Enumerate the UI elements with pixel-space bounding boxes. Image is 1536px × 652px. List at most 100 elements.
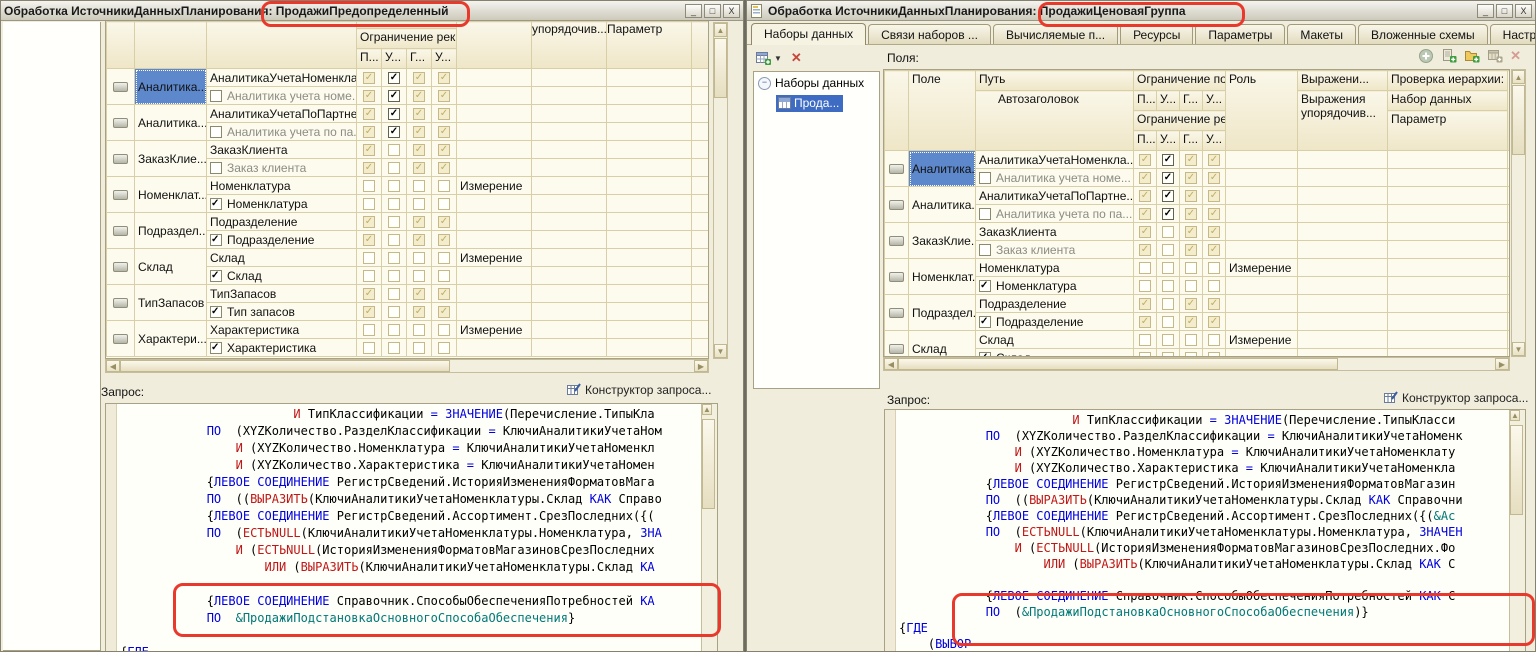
checkbox[interactable] bbox=[388, 126, 400, 138]
scroll-up-arrow[interactable]: ▲ bbox=[1510, 410, 1520, 421]
title-checkbox[interactable] bbox=[210, 234, 222, 246]
empty-cell[interactable] bbox=[532, 105, 607, 123]
checkbox[interactable] bbox=[1185, 244, 1197, 256]
empty-cell[interactable] bbox=[1508, 205, 1510, 223]
col-u2[interactable]: У... bbox=[1203, 91, 1226, 111]
title-cell[interactable]: Характеристика bbox=[207, 339, 357, 357]
col-expression[interactable]: Выражени... bbox=[1298, 71, 1388, 91]
checkbox[interactable] bbox=[438, 252, 450, 264]
row-marker[interactable] bbox=[107, 177, 135, 213]
empty-cell[interactable] bbox=[1298, 169, 1388, 187]
restriction-cell[interactable] bbox=[407, 321, 432, 339]
col-parameter[interactable]: Параметр bbox=[1388, 111, 1508, 151]
empty-cell[interactable] bbox=[1388, 205, 1508, 223]
checkbox[interactable] bbox=[363, 288, 375, 300]
restriction-cell[interactable] bbox=[1203, 349, 1226, 358]
col-role[interactable]: Роль bbox=[1226, 71, 1298, 151]
empty-cell[interactable] bbox=[607, 105, 692, 123]
restriction-cell[interactable] bbox=[407, 177, 432, 195]
checkbox[interactable] bbox=[1139, 226, 1151, 238]
restriction-cell[interactable] bbox=[1180, 331, 1203, 349]
checkbox[interactable] bbox=[1162, 190, 1174, 202]
field-row[interactable]: СкладСкладИзмерение bbox=[885, 331, 1510, 349]
checkbox[interactable] bbox=[413, 90, 425, 102]
checkbox[interactable] bbox=[1185, 172, 1197, 184]
row-marker[interactable] bbox=[107, 69, 135, 105]
restriction-cell[interactable] bbox=[1134, 187, 1157, 205]
checkbox[interactable] bbox=[363, 162, 375, 174]
checkbox[interactable] bbox=[363, 324, 375, 336]
datasets-tree-panel[interactable]: − Наборы данных Прода... bbox=[753, 71, 880, 389]
restriction-cell[interactable] bbox=[382, 267, 407, 285]
path-cell[interactable]: АналитикаУчетаПоПартне... bbox=[976, 187, 1134, 205]
checkbox[interactable] bbox=[363, 72, 375, 84]
restriction-cell[interactable] bbox=[1203, 187, 1226, 205]
checkbox[interactable] bbox=[388, 324, 400, 336]
restriction-cell[interactable] bbox=[407, 267, 432, 285]
restriction-cell[interactable] bbox=[1180, 349, 1203, 358]
checkbox[interactable] bbox=[413, 270, 425, 282]
checkbox[interactable] bbox=[1185, 190, 1197, 202]
path-cell[interactable]: АналитикаУчетаНоменкла... bbox=[207, 69, 357, 87]
title-cell[interactable]: Аналитика учета по па... bbox=[207, 123, 357, 141]
window-right-titlebar[interactable]: Обработка ИсточникиДанныхПланирования: П… bbox=[747, 1, 1535, 21]
checkbox[interactable] bbox=[363, 90, 375, 102]
empty-cell[interactable] bbox=[532, 87, 607, 105]
checkbox[interactable] bbox=[413, 108, 425, 120]
empty-cell[interactable] bbox=[532, 267, 607, 285]
title-cell[interactable]: Подразделение bbox=[207, 231, 357, 249]
scroll-right-arrow[interactable]: ▶ bbox=[694, 360, 708, 372]
restriction-cell[interactable] bbox=[407, 159, 432, 177]
restriction-cell[interactable] bbox=[432, 123, 457, 141]
empty-cell[interactable] bbox=[692, 285, 709, 303]
empty-cell[interactable] bbox=[607, 195, 692, 213]
close-button[interactable]: X bbox=[723, 4, 740, 18]
row-marker[interactable] bbox=[107, 285, 135, 321]
col-ordering[interactable]: упорядочив... bbox=[532, 22, 607, 69]
empty-cell[interactable] bbox=[1388, 241, 1508, 259]
checkbox[interactable] bbox=[1139, 298, 1151, 310]
checkbox[interactable] bbox=[388, 216, 400, 228]
empty-cell[interactable] bbox=[1508, 331, 1510, 349]
row-marker[interactable] bbox=[107, 249, 135, 285]
checkbox[interactable] bbox=[438, 144, 450, 156]
title-cell[interactable]: Тип запасов bbox=[207, 303, 357, 321]
checkbox[interactable] bbox=[413, 162, 425, 174]
restriction-cell[interactable] bbox=[1134, 169, 1157, 187]
restriction-cell[interactable] bbox=[1157, 223, 1180, 241]
restriction-cell[interactable] bbox=[432, 69, 457, 87]
checkbox[interactable] bbox=[363, 306, 375, 318]
empty-cell[interactable] bbox=[607, 69, 692, 87]
delete-dataset-icon[interactable]: ✕ bbox=[791, 50, 802, 66]
empty-cell[interactable] bbox=[1298, 241, 1388, 259]
add-folder-icon[interactable] bbox=[1464, 48, 1480, 64]
restriction-cell[interactable] bbox=[1180, 241, 1203, 259]
empty-cell[interactable] bbox=[607, 339, 692, 357]
restriction-cell[interactable] bbox=[1157, 187, 1180, 205]
checkbox[interactable] bbox=[413, 342, 425, 354]
empty-cell[interactable] bbox=[1388, 223, 1508, 241]
title-checkbox[interactable] bbox=[210, 270, 222, 282]
checkbox[interactable] bbox=[1162, 262, 1174, 274]
empty-cell[interactable] bbox=[1388, 169, 1508, 187]
empty-cell[interactable] bbox=[607, 177, 692, 195]
path-cell[interactable]: ТипЗапасов bbox=[207, 285, 357, 303]
checkbox[interactable] bbox=[413, 252, 425, 264]
field-cell[interactable]: ТипЗапасов bbox=[135, 285, 207, 321]
checkbox[interactable] bbox=[388, 234, 400, 246]
col-u[interactable]: У... bbox=[382, 49, 407, 69]
tab-2[interactable]: Связи наборов ... bbox=[868, 24, 991, 44]
checkbox[interactable] bbox=[438, 234, 450, 246]
window-left-titlebar[interactable]: Обработка ИсточникиДанныхПланирования: П… bbox=[1, 1, 743, 21]
restriction-cell[interactable] bbox=[1157, 277, 1180, 295]
empty-cell[interactable] bbox=[692, 69, 709, 87]
empty-cell[interactable] bbox=[1388, 151, 1508, 169]
checkbox[interactable] bbox=[413, 216, 425, 228]
title-checkbox[interactable] bbox=[210, 342, 222, 354]
checkbox[interactable] bbox=[438, 342, 450, 354]
restriction-cell[interactable] bbox=[432, 285, 457, 303]
restriction-cell[interactable] bbox=[1180, 313, 1203, 331]
restriction-cell[interactable] bbox=[407, 105, 432, 123]
restriction-cell[interactable] bbox=[1134, 349, 1157, 358]
restriction-cell[interactable] bbox=[1134, 331, 1157, 349]
